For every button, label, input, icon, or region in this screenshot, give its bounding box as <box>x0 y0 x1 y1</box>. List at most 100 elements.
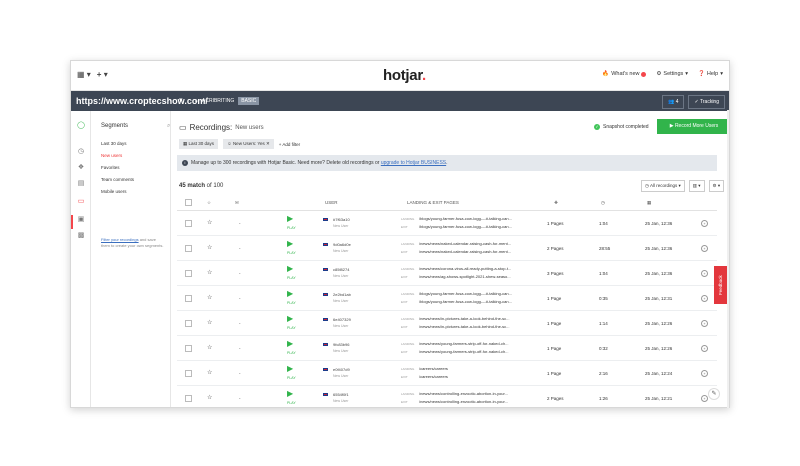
landing-page[interactable]: /blogs/young-farmer-fusa-cow-logg-–-#-ta… <box>419 216 512 221</box>
exit-page[interactable]: /careers/careers <box>419 374 448 379</box>
chevron-down-icon[interactable]: ▾ <box>179 96 183 104</box>
row-checkbox[interactable] <box>185 245 192 252</box>
star-icon[interactable]: ☆ <box>207 394 212 401</box>
landing-page[interactable]: /careers/careers <box>419 366 448 371</box>
star-icon[interactable]: ☆ <box>207 244 212 251</box>
filter-date[interactable]: ▦ Last 30 days <box>179 139 219 149</box>
upgrade-link[interactable]: upgrade to Hotjar BUSINESS <box>381 160 446 166</box>
site-url[interactable]: https://www.croptecshow.com/ <box>76 96 208 106</box>
star-icon[interactable]: ☆ <box>207 344 212 351</box>
segment-item[interactable]: Favorites <box>101 165 134 177</box>
row-checkbox[interactable] <box>185 320 192 327</box>
star-icon[interactable]: ☆ <box>207 369 212 376</box>
exit-page[interactable]: /blogs/young-farmer-fusa-cow-logg-–-#-ta… <box>419 224 512 229</box>
star-icon[interactable]: ☆ <box>207 294 212 301</box>
row-action-icon[interactable]: + <box>701 270 708 277</box>
filter-recordings-link[interactable]: Filter your recordings <box>101 237 139 242</box>
landing-page[interactable]: /news/news/in-pictures-take-a-look-behin… <box>419 316 509 321</box>
row-checkbox[interactable] <box>185 220 192 227</box>
scrollbar[interactable] <box>727 110 729 408</box>
feedback-tab[interactable]: Feedback <box>714 266 727 304</box>
sites-menu-icon[interactable]: ▦ ▾ <box>77 70 91 79</box>
play-icon[interactable]: ▶ <box>287 215 293 223</box>
row-action-icon[interactable]: + <box>701 395 708 402</box>
play-label[interactable]: PLAY <box>287 276 296 280</box>
pencil-icon[interactable]: ✎ <box>708 388 720 400</box>
play-label[interactable]: PLAY <box>287 376 296 380</box>
exit-page[interactable]: /blogs/young-farmer-fusa-cow-logg-–-#-ta… <box>419 299 512 304</box>
play-icon[interactable]: ▶ <box>287 240 293 248</box>
filter-new-users[interactable]: ☺ New Users: Yes ✕ <box>223 139 274 149</box>
table-row[interactable]: ☆ - ▶ PLAY c85f8274 New User LANDING/news/news… <box>177 261 717 286</box>
star-icon[interactable]: ☆ <box>207 219 212 226</box>
team-users-button[interactable]: 👥 4 <box>662 95 685 109</box>
play-icon[interactable]: ▶ <box>287 390 293 398</box>
surveys-icon[interactable]: ▩ <box>76 231 86 241</box>
exit-page[interactable]: /news/news/controlling-enzootic-abortion… <box>419 399 508 404</box>
play-label[interactable]: PLAY <box>287 251 296 255</box>
play-label[interactable]: PLAY <box>287 401 296 405</box>
exit-page[interactable]: /news/news/in-pictures-take-a-look-behin… <box>419 324 509 329</box>
status-ring-icon[interactable]: ◯ <box>76 121 86 131</box>
table-row[interactable]: ☆ - ▶ PLAY 9fc83b96 New User LANDING/news/news… <box>177 336 717 361</box>
play-label[interactable]: PLAY <box>287 351 296 355</box>
exit-page[interactable]: /news/news/young-farmers-strip-off-for-n… <box>419 349 509 354</box>
table-row[interactable]: ☆ - ▶ PLAY e0f407d9 New User LANDING/careers/c… <box>177 361 717 386</box>
play-icon[interactable]: ▶ <box>287 340 293 348</box>
row-action-icon[interactable]: + <box>701 295 708 302</box>
row-checkbox[interactable] <box>185 295 192 302</box>
landing-page[interactable]: /news/news/controlling-enzootic-abortion… <box>419 391 508 396</box>
landing-page[interactable]: /blogs/young-farmer-fusa-cow-logg-–-#-ta… <box>419 291 512 296</box>
add-filter-button[interactable]: + Add filter <box>279 142 300 147</box>
table-row[interactable]: ☆ - ▶ PLAY 9d0a6d0e New User LANDING/news/news… <box>177 236 717 261</box>
sort-select[interactable]: ◷ All recordings ▾ <box>641 180 685 192</box>
row-action-icon[interactable]: + <box>701 320 708 327</box>
feedback-icon[interactable]: ▣ <box>76 215 86 225</box>
row-action-icon[interactable]: + <box>701 345 708 352</box>
play-icon[interactable]: ▶ <box>287 290 293 298</box>
row-action-icon[interactable]: + <box>701 370 708 377</box>
star-icon[interactable]: ☆ <box>207 319 212 326</box>
landing-page[interactable]: /news/news/naked-calendar-raising-cash-f… <box>419 241 511 246</box>
row-checkbox[interactable] <box>185 395 192 402</box>
row-checkbox[interactable] <box>185 270 192 277</box>
whats-new-button[interactable]: 🔥 What's new <box>602 71 647 77</box>
settings-select[interactable]: ⚙ ▾ <box>708 180 725 192</box>
columns-select[interactable]: ▥ ▾ <box>688 180 705 192</box>
play-label[interactable]: PLAY <box>287 326 296 330</box>
exit-page[interactable]: /news/news/naked-calendar-raising-cash-f… <box>419 249 511 254</box>
table-row[interactable]: ☆ - ▶ PLAY 2e2bd1ab New User LANDING/blogs/you… <box>177 286 717 311</box>
play-icon[interactable]: ▶ <box>287 365 293 373</box>
funnels-icon[interactable]: ▤ <box>76 179 86 189</box>
segment-item-active[interactable]: New users <box>101 153 134 165</box>
table-row[interactable]: ☆ - ▶ PLAY 6554f0f1 New User LANDING/news/news… <box>177 386 717 407</box>
play-label[interactable]: PLAY <box>287 301 296 305</box>
tracking-button[interactable]: ✓ Tracking <box>688 95 725 109</box>
play-icon[interactable]: ▶ <box>287 265 293 273</box>
dashboard-icon[interactable]: ◷ <box>76 147 86 157</box>
row-checkbox[interactable] <box>185 345 192 352</box>
star-icon[interactable]: ☆ <box>207 269 212 276</box>
table-row[interactable]: ☆ - ▶ PLAY 6e407329 New User LANDING/news/news… <box>177 311 717 336</box>
landing-page[interactable]: /news/news/corona-virus-all-ready-puttin… <box>419 266 511 271</box>
table-row[interactable]: ☆ - ▶ PLAY #7f63a10 New User LANDING/blogs/you… <box>177 211 717 236</box>
segment-item[interactable]: Mobile users <box>101 189 134 201</box>
segment-item[interactable]: Last 30 days <box>101 141 134 153</box>
record-more-users-button[interactable]: ▶ Record More Users <box>657 119 729 134</box>
row-action-icon[interactable]: + <box>701 220 708 227</box>
search-icon[interactable]: ⌕ <box>167 123 170 130</box>
help-button[interactable]: ❓ Help ▾ <box>698 71 723 77</box>
recordings-icon[interactable]: ▭ <box>76 197 86 207</box>
landing-page[interactable]: /news/news/young-farmers-strip-off-for-n… <box>419 341 509 346</box>
select-all-checkbox[interactable] <box>185 199 192 206</box>
row-action-icon[interactable]: + <box>701 245 708 252</box>
exit-page[interactable]: /news/news/ag-shows-spotlight-2021-shew-… <box>419 274 511 279</box>
add-button[interactable]: + ▾ <box>97 70 108 79</box>
play-icon[interactable]: ▶ <box>287 315 293 323</box>
play-label[interactable]: PLAY <box>287 226 296 230</box>
heatmaps-icon[interactable]: ❖ <box>76 163 86 173</box>
star-icon[interactable]: ☆ <box>207 200 211 206</box>
segment-item[interactable]: Team comments <box>101 177 134 189</box>
row-checkbox[interactable] <box>185 370 192 377</box>
settings-button[interactable]: ⚙ Settings ▾ <box>656 71 688 77</box>
